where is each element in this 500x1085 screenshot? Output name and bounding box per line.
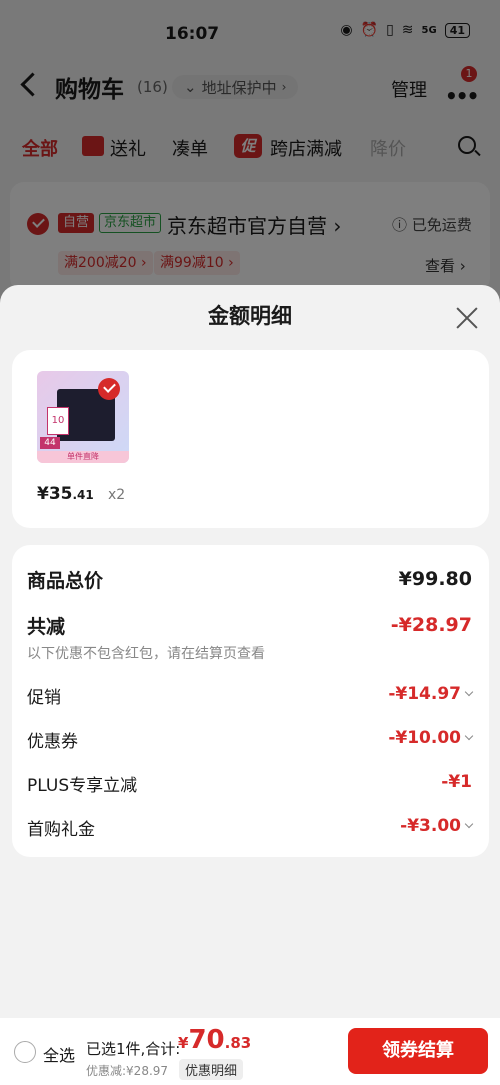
- total-amount: ¥70.83: [178, 1025, 251, 1055]
- close-icon[interactable]: [455, 306, 479, 330]
- product-image-price: 44: [40, 437, 60, 449]
- reduce-label: 共减: [27, 616, 66, 638]
- first-purchase-label: 首购礼金: [27, 820, 95, 840]
- product-image-banner: 单件直降: [37, 451, 129, 463]
- product-quantity: x2: [108, 487, 126, 503]
- discount-detail-button[interactable]: 优惠明细: [179, 1059, 244, 1080]
- reduce-note: 以下优惠不包含红包，请在结算页查看: [27, 646, 265, 662]
- total-label: 商品总价: [27, 570, 104, 592]
- total-value: ¥99.80: [398, 568, 472, 590]
- coupon-value: -¥10.00: [388, 728, 461, 748]
- selected-summary: 已选1件,合计:: [86, 1040, 181, 1058]
- first-purchase-value: -¥3.00: [400, 816, 461, 836]
- promo-label: 促销: [27, 688, 61, 708]
- product-price: ¥35.41: [37, 484, 94, 504]
- total-main: 70: [188, 1025, 225, 1055]
- total-currency: ¥: [178, 1034, 189, 1052]
- product-image-label: 10: [47, 407, 69, 435]
- chevron-down-icon: [464, 687, 474, 697]
- promo-value: -¥14.97: [388, 684, 461, 704]
- chevron-down-icon: [464, 819, 474, 829]
- saved-amount: 优惠减:¥28.97: [86, 1064, 169, 1078]
- plus-value: -¥1: [441, 772, 472, 792]
- sheet-title: 金额明细: [208, 304, 292, 328]
- total-cents: .83: [224, 1034, 252, 1052]
- coupon-row-value[interactable]: -¥10.00: [388, 728, 474, 748]
- select-all-label[interactable]: 全选: [43, 1042, 75, 1066]
- plus-label: PLUS专享立减: [27, 776, 138, 796]
- promo-row-value[interactable]: -¥14.97: [388, 684, 474, 704]
- modal-scrim[interactable]: [0, 0, 500, 300]
- chevron-down-icon: [464, 731, 474, 741]
- reduce-value: -¥28.97: [390, 614, 472, 636]
- product-checkbox[interactable]: [98, 378, 120, 400]
- coupon-label: 优惠券: [27, 732, 78, 752]
- select-all-radio[interactable]: [14, 1041, 36, 1063]
- first-purchase-row-value[interactable]: -¥3.00: [400, 816, 474, 836]
- price-main: ¥35: [37, 484, 73, 504]
- price-cents: .41: [72, 488, 94, 502]
- checkout-button[interactable]: 领券结算: [348, 1028, 488, 1074]
